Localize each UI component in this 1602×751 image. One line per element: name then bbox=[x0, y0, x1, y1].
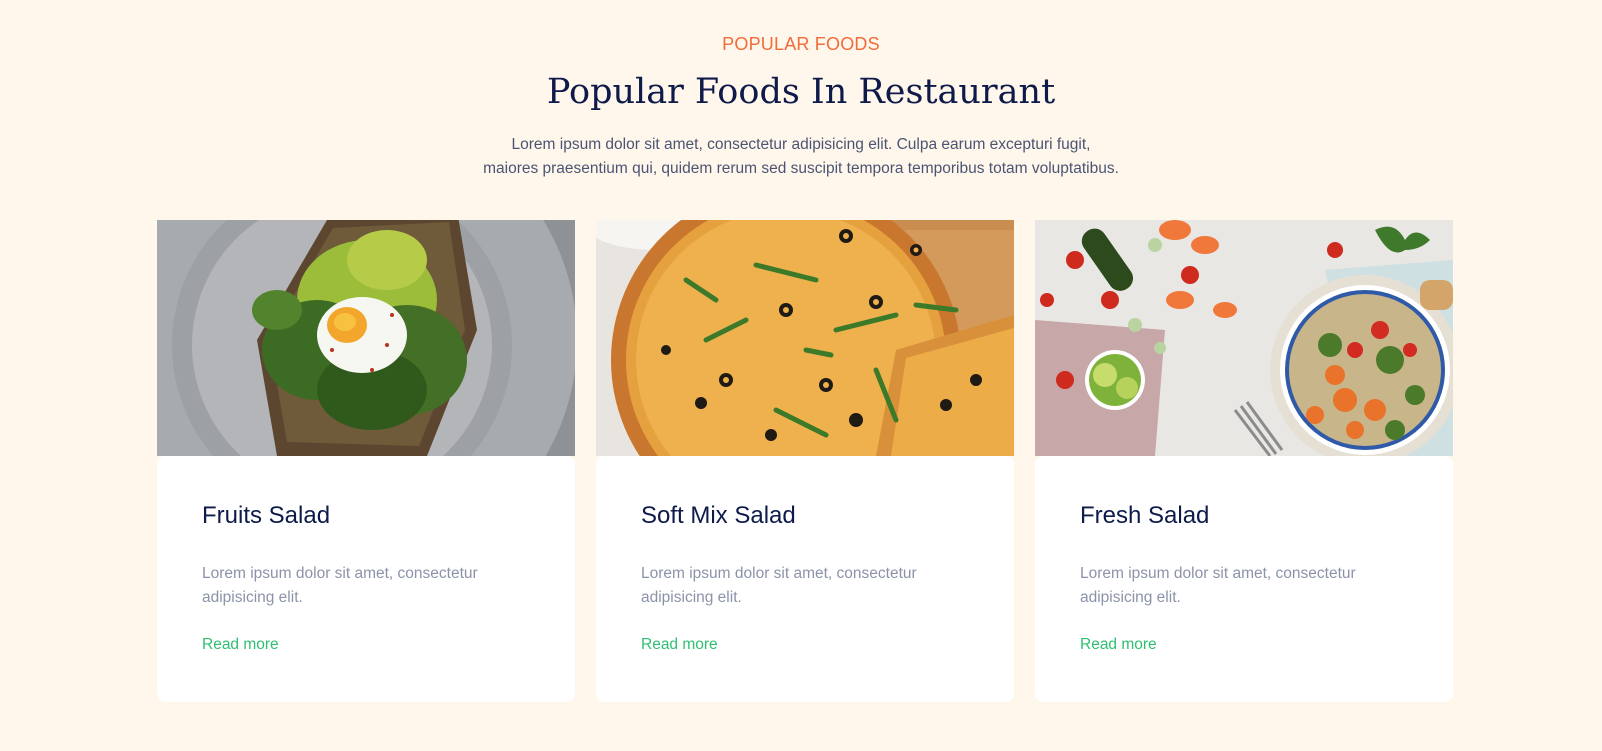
food-card-title: Fresh Salad bbox=[1080, 502, 1210, 529]
food-card-description: Lorem ipsum dolor sit amet, consectetur … bbox=[1080, 565, 1356, 606]
food-card-description: Lorem ipsum dolor sit amet, consectetur … bbox=[202, 565, 478, 606]
food-card-body: Fruits Salad Lorem ipsum dolor sit amet,… bbox=[157, 456, 575, 702]
section-description-line-2: maiores praesentium qui, quidem rerum se… bbox=[483, 160, 1119, 177]
food-card-body: Soft Mix Salad Lorem ipsum dolor sit ame… bbox=[596, 456, 1014, 702]
food-card-body: Fresh Salad Lorem ipsum dolor sit amet, … bbox=[1035, 456, 1453, 702]
section-description-line-1: Lorem ipsum dolor sit amet, consectetur … bbox=[511, 136, 1091, 153]
popular-foods-section: POPULAR FOODS Popular Foods In Restauran… bbox=[0, 0, 1602, 751]
food-image-avocado-toast bbox=[157, 220, 575, 456]
food-image-pizza bbox=[596, 220, 1014, 456]
food-image-vegetable-bowl bbox=[1035, 220, 1453, 456]
avocado-toast-illustration bbox=[157, 220, 575, 456]
section-description: Lorem ipsum dolor sit amet, consectetur … bbox=[0, 133, 1602, 181]
read-more-link[interactable]: Read more bbox=[1080, 636, 1157, 654]
food-card-fruits-salad: Fruits Salad Lorem ipsum dolor sit amet,… bbox=[157, 220, 575, 702]
pizza-illustration bbox=[596, 220, 1014, 456]
read-more-link[interactable]: Read more bbox=[202, 636, 279, 654]
food-card-title: Fruits Salad bbox=[202, 502, 331, 529]
section-eyebrow: POPULAR FOODS bbox=[722, 34, 880, 54]
food-card-title: Soft Mix Salad bbox=[641, 502, 796, 529]
food-card-fresh-salad: Fresh Salad Lorem ipsum dolor sit amet, … bbox=[1035, 220, 1453, 702]
section-title: Popular Foods In Restaurant bbox=[546, 72, 1056, 112]
read-more-link[interactable]: Read more bbox=[641, 636, 718, 654]
food-card-description: Lorem ipsum dolor sit amet, consectetur … bbox=[641, 565, 917, 606]
vegetable-bowl-illustration bbox=[1035, 220, 1453, 456]
food-card-soft-mix-salad: Soft Mix Salad Lorem ipsum dolor sit ame… bbox=[596, 220, 1014, 702]
